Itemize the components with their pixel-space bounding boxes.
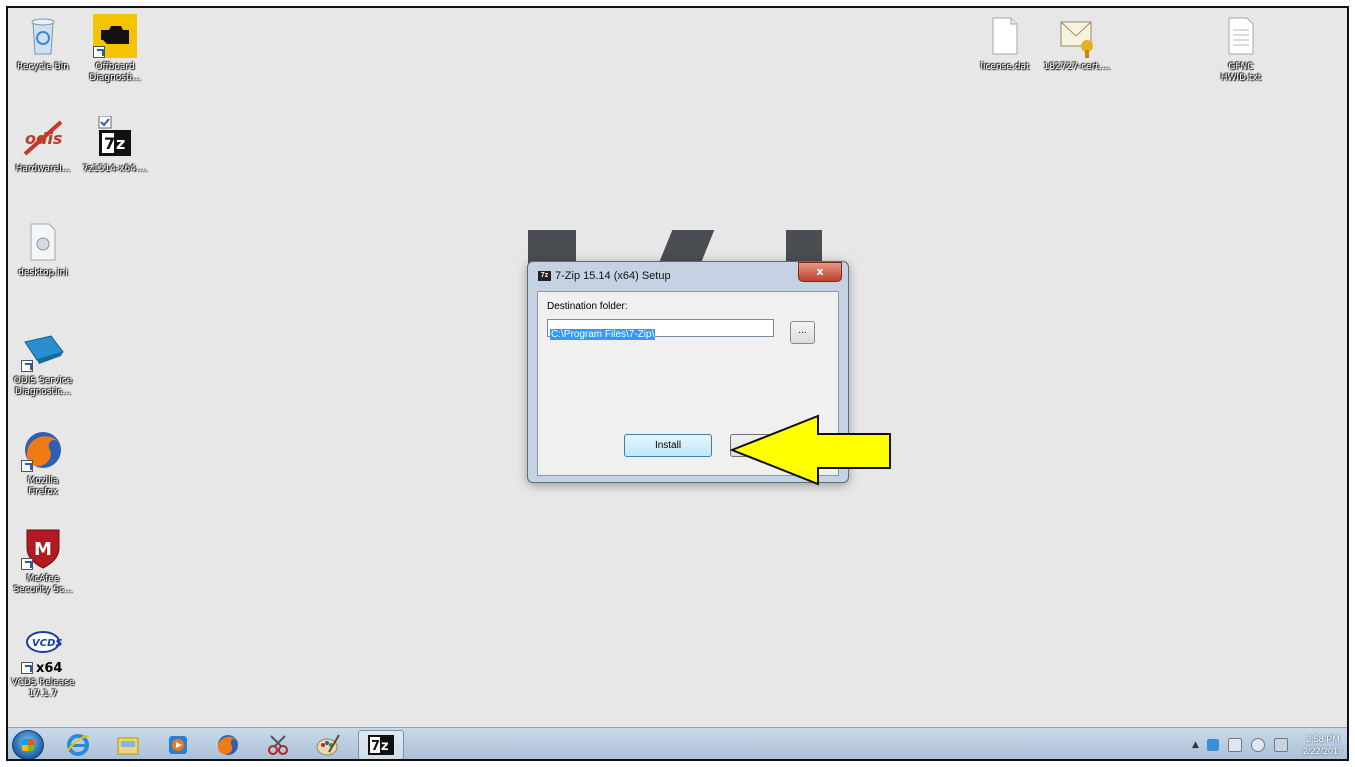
annotation-arrow-icon (730, 414, 891, 486)
taskbar-media-player[interactable] (158, 730, 198, 759)
clock-time: 2:58 PM (1306, 734, 1340, 744)
text-file-icon (1219, 14, 1263, 58)
desktop-icon-label: Recycle Bin (17, 62, 69, 72)
svg-text:M: M (34, 539, 52, 560)
desktop-icon-offboard-diagnostic[interactable]: Offboard Diagnosti... (80, 14, 150, 84)
dialog-title: 7z 7-Zip 15.14 (x64) Setup (538, 270, 671, 282)
close-button[interactable]: x (798, 262, 842, 282)
desktop-icon-label: HardwareI... (15, 164, 71, 174)
desktop-icon-mcafee[interactable]: M McAfee Security Sc... (8, 526, 78, 596)
desktop-icon-label: McAfee Security Sc... (13, 574, 73, 595)
shortcut-arrow-icon (21, 558, 33, 570)
desktop-icon-label: Mozilla Firefox (27, 476, 59, 497)
7zip-icon: 7z (538, 271, 551, 282)
internet-explorer-icon (66, 734, 90, 756)
taskbar-snipping-tool[interactable] (258, 730, 298, 759)
network-icon[interactable] (1273, 738, 1288, 752)
media-player-icon (169, 736, 187, 754)
svg-text:7: 7 (371, 739, 380, 754)
svg-text:z: z (116, 134, 125, 153)
document-icon (983, 14, 1027, 58)
volume-icon[interactable] (1250, 738, 1265, 752)
browse-button[interactable]: ... (790, 321, 815, 344)
desktop-icon-label: GFNC HWID.txt (1220, 62, 1262, 83)
desktop-icon-label: 182727-cert.... (1043, 62, 1111, 72)
svg-text:VCDS: VCDS (32, 638, 63, 649)
firefox-icon (218, 735, 238, 755)
desktop-icon-gfnc-hwid[interactable]: GFNC HWID.txt (1206, 14, 1276, 84)
desktop-icon-label: ODIS Service Diagnostic... (13, 376, 73, 397)
taskbar-7zip[interactable]: 7z (358, 730, 404, 759)
desktop-icon-label: license.dat (980, 62, 1030, 72)
taskbar: 7z ▲ 2:58 PM 2/22/2017 (8, 727, 1347, 759)
odis-logo-icon: odis (21, 116, 65, 160)
tray-device-icon[interactable] (1227, 738, 1242, 752)
desktop[interactable]: Recycle Bin Offboard Diagnosti... odis H… (8, 8, 1347, 727)
desktop-icon-firefox[interactable]: Mozilla Firefox (8, 428, 78, 498)
desktop-icon-odis-service[interactable]: ODIS Service Diagnostic... (8, 328, 78, 398)
destination-folder-value: C:\Program Files\7-Zip\ (550, 329, 656, 340)
svg-text:odis: odis (25, 129, 62, 148)
desktop-icon-label: VCDS Release 17.1.7 (11, 678, 75, 699)
diagnostic-interface-icon (21, 328, 65, 372)
desktop-icon-label: 7z1514-x64.... (82, 164, 148, 174)
shortcut-arrow-icon (21, 662, 33, 674)
screen-frame: Recycle Bin Offboard Diagnosti... odis H… (6, 6, 1349, 761)
desktop-icon-hardware[interactable]: odis HardwareI... (8, 116, 78, 175)
clock[interactable]: 2:58 PM 2/22/2017 (1303, 733, 1343, 757)
system-tray: ▲ 2:58 PM 2/22/2017 (1192, 728, 1343, 759)
shortcut-arrow-icon (93, 46, 105, 58)
vcds-icon: VCDS x64 (21, 630, 65, 676)
clock-date: 2/22/2017 (1302, 746, 1343, 756)
certificate-icon (1055, 14, 1099, 58)
engine-check-icon (93, 14, 137, 58)
desktop-icon-vcds[interactable]: VCDS x64 VCDS Release 17.1.7 (8, 630, 78, 700)
taskbar-internet-explorer[interactable] (58, 730, 98, 759)
desktop-icon-label: desktop.ini (18, 268, 68, 278)
file-explorer-icon (117, 737, 139, 755)
desktop-icon-label: Offboard Diagnosti... (89, 62, 141, 83)
7zip-icon: 7z (368, 735, 394, 755)
snipping-tool-icon (268, 735, 288, 755)
desktop-icon-license[interactable]: license.dat (970, 14, 1040, 73)
dialog-title-text: 7-Zip 15.14 (x64) Setup (555, 270, 671, 282)
destination-folder-label: Destination folder: (547, 301, 628, 312)
destination-folder-input[interactable]: C:\Program Files\7-Zip\ (547, 319, 774, 340)
taskbar-file-explorer[interactable] (108, 730, 148, 759)
7zip-installer-icon: 7z (93, 115, 137, 160)
taskbar-firefox[interactable] (208, 730, 248, 759)
mcafee-icon: M (21, 526, 65, 570)
show-hidden-icons-icon[interactable]: ▲ (1192, 740, 1199, 750)
desktop-icon-7zip-installer[interactable]: 7z 7z1514-x64.... (80, 115, 150, 175)
settings-file-icon (21, 220, 65, 264)
taskbar-paint[interactable] (308, 730, 348, 759)
recycle-bin-icon (21, 14, 65, 58)
paint-icon (316, 734, 340, 756)
vcds-badge: x64 (36, 661, 63, 676)
shortcut-arrow-icon (21, 360, 33, 372)
desktop-icon-certificate[interactable]: 182727-cert.... (1042, 14, 1112, 73)
svg-text:z: z (381, 739, 389, 754)
tray-app-icon[interactable] (1206, 739, 1219, 751)
start-button[interactable] (12, 730, 44, 759)
desktop-icon-recycle-bin[interactable]: Recycle Bin (8, 14, 78, 73)
svg-text:7: 7 (104, 134, 115, 153)
firefox-icon (21, 428, 65, 472)
shortcut-arrow-icon (21, 460, 33, 472)
install-button[interactable]: Install (624, 434, 712, 457)
desktop-icon-desktop-ini[interactable]: desktop.ini (8, 220, 78, 279)
